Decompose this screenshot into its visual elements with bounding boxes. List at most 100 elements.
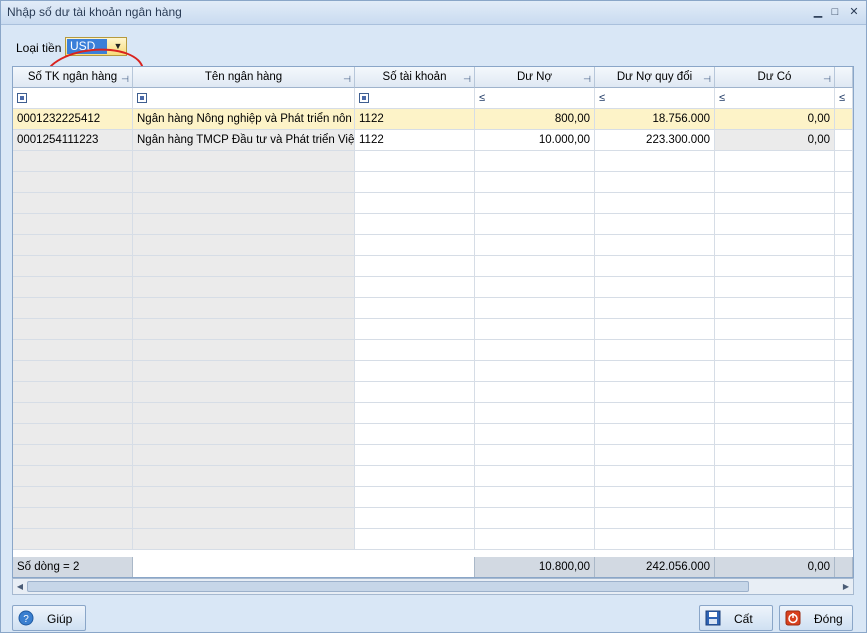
filter-cell[interactable]: ≤: [595, 88, 715, 109]
empty-cell: [355, 382, 475, 403]
empty-cell: [355, 235, 475, 256]
cell-debit[interactable]: 10.000,00: [475, 130, 595, 151]
empty-cell: [835, 445, 853, 466]
empty-cell: [595, 487, 715, 508]
empty-cell: [355, 298, 475, 319]
filter-icon[interactable]: [137, 93, 147, 103]
empty-cell: [475, 424, 595, 445]
empty-cell: [475, 487, 595, 508]
empty-row: [13, 508, 853, 529]
help-button[interactable]: ? Giúp: [12, 605, 86, 631]
currency-select[interactable]: USD ▼: [65, 37, 127, 56]
empty-cell: [835, 256, 853, 277]
horizontal-scrollbar[interactable]: ◀ ▶: [12, 578, 854, 595]
pin-icon[interactable]: ⊣: [463, 69, 471, 87]
empty-cell: [715, 340, 835, 361]
empty-row: [13, 529, 853, 550]
col-header-credit[interactable]: Dư Có ⊣: [715, 67, 835, 88]
empty-cell: [475, 214, 595, 235]
empty-cell: [133, 151, 355, 172]
cell-credit[interactable]: 0,00: [715, 109, 835, 130]
empty-cell: [133, 172, 355, 193]
cell-credit[interactable]: 0,00: [715, 130, 835, 151]
empty-cell: [835, 382, 853, 403]
empty-cell: [595, 277, 715, 298]
filter-operator[interactable]: ≤: [479, 92, 485, 104]
balance-grid[interactable]: Số TK ngân hàng ⊣ Tên ngân hàng ⊣ Số tài k…: [12, 66, 854, 578]
col-header-extra: [835, 67, 853, 88]
col-header-account-no[interactable]: Số tài khoản ⊣: [355, 67, 475, 88]
pin-icon[interactable]: ⊣: [823, 69, 831, 87]
cell-bank-account-no[interactable]: 0001232225412: [13, 109, 133, 130]
scroll-right-icon[interactable]: ▶: [839, 579, 853, 594]
table-row[interactable]: 0001232225412 Ngân hàng Nông nghiệp và P…: [13, 109, 853, 130]
filter-cell[interactable]: ≤: [715, 88, 835, 109]
empty-cell: [595, 256, 715, 277]
filter-cell[interactable]: [13, 88, 133, 109]
empty-row: [13, 361, 853, 382]
empty-cell: [13, 151, 133, 172]
col-header-bank-account-no[interactable]: Số TK ngân hàng ⊣: [13, 67, 133, 88]
close-icon[interactable]: ✕: [846, 5, 862, 19]
empty-cell: [595, 151, 715, 172]
empty-cell: [13, 508, 133, 529]
title-bar: Nhập số dư tài khoản ngân hàng ▁ □ ✕: [1, 1, 866, 25]
pin-icon[interactable]: ⊣: [121, 69, 129, 87]
empty-row: [13, 298, 853, 319]
maximize-icon[interactable]: □: [827, 5, 843, 19]
empty-cell: [595, 298, 715, 319]
pin-icon[interactable]: ⊣: [583, 69, 591, 87]
save-button[interactable]: Cất: [699, 605, 773, 631]
cell-debit-converted[interactable]: 18.756.000: [595, 109, 715, 130]
filter-cell[interactable]: [133, 88, 355, 109]
empty-cell: [133, 277, 355, 298]
close-button[interactable]: Đóng: [779, 605, 853, 631]
filter-operator[interactable]: ≤: [719, 92, 725, 104]
empty-cell: [715, 298, 835, 319]
empty-cell: [133, 256, 355, 277]
empty-cell: [13, 466, 133, 487]
empty-cell: [13, 277, 133, 298]
cell-bank-name[interactable]: Ngân hàng TMCP Đầu tư và Phát triển Việ: [133, 130, 355, 151]
empty-cell: [835, 508, 853, 529]
empty-cell: [595, 235, 715, 256]
grid-header: Số TK ngân hàng ⊣ Tên ngân hàng ⊣ Số tài k…: [13, 67, 853, 88]
empty-cell: [355, 508, 475, 529]
filter-cell[interactable]: ≤: [835, 88, 853, 109]
cell-bank-name[interactable]: Ngân hàng Nông nghiệp và Phát triển nôn: [133, 109, 355, 130]
empty-cell: [133, 487, 355, 508]
cell-account-no[interactable]: 1122: [355, 109, 475, 130]
cell-bank-account-no[interactable]: 0001254111223: [13, 130, 133, 151]
filter-operator[interactable]: ≤: [599, 92, 605, 104]
currency-value: USD: [67, 39, 107, 54]
pin-icon[interactable]: ⊣: [703, 69, 711, 87]
minimize-icon[interactable]: ▁: [810, 5, 826, 19]
cell-debit[interactable]: 800,00: [475, 109, 595, 130]
scroll-left-icon[interactable]: ◀: [13, 579, 27, 594]
table-row[interactable]: 0001254111223 Ngân hàng TMCP Đầu tư và P…: [13, 130, 853, 151]
empty-cell: [13, 172, 133, 193]
col-header-debit-converted[interactable]: Dư Nợ quy đổi ⊣: [595, 67, 715, 88]
filter-icon[interactable]: [17, 93, 27, 103]
chevron-down-icon[interactable]: ▼: [110, 38, 126, 55]
filter-cell[interactable]: ≤: [475, 88, 595, 109]
cell-debit-converted[interactable]: 223.300.000: [595, 130, 715, 151]
empty-cell: [13, 235, 133, 256]
empty-cell: [715, 487, 835, 508]
filter-cell[interactable]: [355, 88, 475, 109]
empty-cell: [715, 361, 835, 382]
empty-row: [13, 403, 853, 424]
pin-icon[interactable]: ⊣: [343, 69, 351, 87]
empty-cell: [715, 277, 835, 298]
empty-cell: [355, 340, 475, 361]
empty-cell: [835, 298, 853, 319]
empty-cell: [715, 529, 835, 550]
scrollbar-thumb[interactable]: [27, 581, 749, 592]
filter-operator[interactable]: ≤: [839, 92, 845, 104]
empty-cell: [355, 487, 475, 508]
filter-icon[interactable]: [359, 93, 369, 103]
col-header-bank-name[interactable]: Tên ngân hàng ⊣: [133, 67, 355, 88]
empty-cell: [715, 403, 835, 424]
col-header-debit[interactable]: Dư Nợ ⊣: [475, 67, 595, 88]
cell-account-no[interactable]: 1122: [355, 130, 475, 151]
